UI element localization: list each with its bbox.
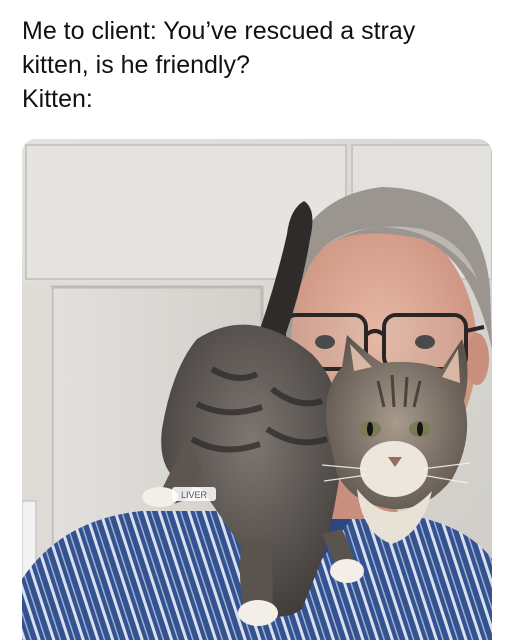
right-eye <box>415 335 435 349</box>
caption-line-3: Kitten: <box>22 85 93 113</box>
cat-front-leg-left <box>239 539 273 609</box>
meme-caption: Me to client: You’ve rescued a stray kit… <box>22 14 502 116</box>
left-eye <box>315 335 335 349</box>
cat-muzzle <box>360 441 428 497</box>
caption-line-1: Me to client: You’ve rescued a stray <box>22 17 416 45</box>
cat-paw-front <box>238 600 278 626</box>
ear <box>465 333 489 385</box>
photo-illustration: LIVER <box>22 139 492 640</box>
collar-tag-text: LIVER <box>181 490 208 500</box>
cat-paw-right <box>330 559 364 583</box>
caption-line-2: kitten, is he friendly? <box>22 51 250 79</box>
meme-photo: LIVER <box>22 139 492 640</box>
